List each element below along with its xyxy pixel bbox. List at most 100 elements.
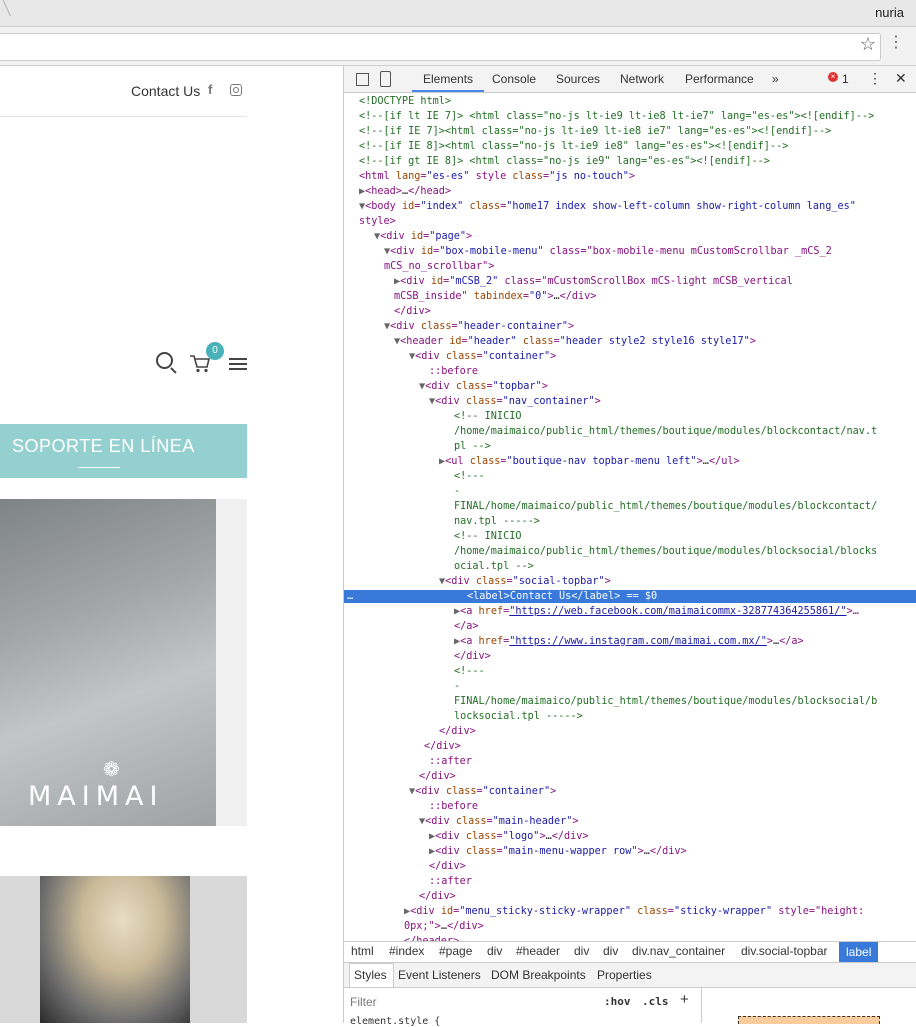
cart-icon[interactable]: [190, 355, 210, 373]
dom-node[interactable]: ▼<body id="index" class="home17 index sh…: [359, 200, 856, 213]
browser-tab[interactable]: [0, 0, 11, 16]
dom-node[interactable]: <!-- INICIO: [454, 410, 521, 423]
dom-node[interactable]: ▼<div class="container">: [409, 350, 556, 363]
tab-styles[interactable]: Styles: [354, 968, 387, 982]
dom-node[interactable]: </div>: [454, 650, 491, 663]
dom-node[interactable]: <!---: [454, 470, 485, 483]
dom-node[interactable]: ▼<div id="page">: [374, 230, 472, 243]
dom-node[interactable]: ::after: [429, 875, 472, 888]
dom-node[interactable]: ▶<div id="mCSB_2" class="mCustomScrollBo…: [394, 275, 793, 288]
dom-node[interactable]: ▼<div class="topbar">: [419, 380, 548, 393]
breadcrumb-item[interactable]: #page: [439, 944, 472, 958]
dom-node[interactable]: ▼<div class="nav_container">: [429, 395, 601, 408]
dom-node[interactable]: FINAL/home/maimaico/public_html/themes/b…: [454, 500, 877, 513]
devtools-menu-icon[interactable]: ⋮: [868, 70, 882, 87]
styles-filter-input[interactable]: Filter: [350, 995, 377, 1009]
facebook-icon[interactable]: f: [208, 82, 212, 97]
dom-node[interactable]: <!---: [454, 665, 485, 678]
dom-node[interactable]: style>: [359, 215, 396, 228]
dom-node[interactable]: <!-- INICIO: [454, 530, 521, 543]
maimai-banner-image[interactable]: ❁ MAIMAI: [0, 499, 216, 826]
dom-node[interactable]: ::before: [429, 800, 478, 813]
breadcrumb-item[interactable]: div: [574, 944, 589, 958]
breadcrumb-item[interactable]: #header: [516, 944, 560, 958]
dom-node[interactable]: </div>: [424, 740, 461, 753]
dom-node[interactable]: ▶<div id="menu_sticky-sticky-wrapper" cl…: [404, 905, 864, 918]
breadcrumb-item[interactable]: div: [487, 944, 502, 958]
class-toggle[interactable]: .cls: [642, 995, 669, 1008]
dom-node[interactable]: ▼<div class="header-container">: [384, 320, 574, 333]
error-icon[interactable]: ×: [828, 72, 838, 82]
tab-elements[interactable]: Elements: [423, 72, 473, 86]
dom-node[interactable]: ::before: [429, 365, 478, 378]
dom-node[interactable]: <!DOCTYPE html>: [359, 95, 451, 108]
dom-node[interactable]: ▼<div class="container">: [409, 785, 556, 798]
support-banner[interactable]: SOPORTE EN LÍNEA: [0, 424, 247, 478]
dom-node[interactable]: ▼<div class="social-topbar">: [439, 575, 611, 588]
dom-node[interactable]: ▶<head>…</head>: [359, 185, 451, 198]
dom-node[interactable]: ::after: [429, 755, 472, 768]
dom-node[interactable]: mCS_no_scrollbar">: [384, 260, 494, 273]
dom-node[interactable]: ocial.tpl -->: [454, 560, 534, 573]
hamburger-menu-icon[interactable]: [229, 358, 247, 370]
dom-node[interactable]: <!--[if IE 8]><html class="no-js lt-ie9 …: [359, 140, 788, 153]
new-style-rule-button[interactable]: +: [680, 991, 689, 1008]
dom-node[interactable]: -: [454, 680, 460, 693]
error-count[interactable]: 1: [842, 72, 849, 86]
dom-node[interactable]: /home/maimaico/public_html/themes/boutiq…: [454, 425, 877, 438]
more-tabs-button[interactable]: »: [772, 72, 779, 86]
breadcrumb-item[interactable]: #index: [389, 944, 424, 958]
dom-node[interactable]: <!--[if gt IE 8]> <html class="no-js ie9…: [359, 155, 770, 168]
dom-node[interactable]: mCSB_inside" tabindex="0">…</div>: [394, 290, 596, 303]
dom-node[interactable]: 0px;">…</div>: [404, 920, 484, 933]
breadcrumb-item[interactable]: div.nav_container: [632, 944, 725, 958]
device-toolbar-icon[interactable]: [380, 71, 391, 87]
breadcrumb-item[interactable]: html: [351, 944, 374, 958]
dom-node[interactable]: <!--[if lt IE 7]> <html class="no-js lt-…: [359, 110, 874, 123]
dom-node[interactable]: </div>: [439, 725, 476, 738]
tab-performance[interactable]: Performance: [685, 72, 754, 86]
breadcrumb-item[interactable]: label: [839, 942, 879, 962]
search-icon[interactable]: [156, 352, 173, 369]
dom-node[interactable]: ▼<div class="main-header">: [419, 815, 579, 828]
dom-node[interactable]: </div>: [394, 305, 431, 318]
dom-node[interactable]: ▼<div id="box-mobile-menu" class="box-mo…: [384, 245, 832, 258]
tab-event-listeners[interactable]: Event Listeners: [398, 968, 481, 982]
dom-node[interactable]: <html lang="es-es" style class="js no-to…: [359, 170, 635, 183]
model-banner-image[interactable]: [0, 876, 247, 1023]
tab-console[interactable]: Console: [492, 72, 536, 86]
dom-node[interactable]: nav.tpl ----->: [454, 515, 540, 528]
dom-node[interactable]: ▶<div class="main-menu-wapper row">…</di…: [429, 845, 687, 858]
bookmark-star-icon[interactable]: ☆: [860, 34, 876, 55]
dom-node[interactable]: pl -->: [454, 440, 491, 453]
dom-node[interactable]: /home/maimaico/public_html/themes/boutiq…: [454, 545, 877, 558]
inspect-element-icon[interactable]: [356, 73, 369, 86]
dom-node[interactable]: </div>: [419, 890, 456, 903]
dom-node[interactable]: </a>: [454, 620, 479, 633]
profile-name[interactable]: nuria: [875, 5, 904, 20]
breadcrumb-item[interactable]: div: [603, 944, 618, 958]
dom-node[interactable]: -: [454, 485, 460, 498]
dom-node[interactable]: ▶<ul class="boutique-nav topbar-menu lef…: [439, 455, 740, 468]
dom-node[interactable]: ▶<a href="https://web.facebook.com/maima…: [454, 605, 859, 618]
breadcrumb-item[interactable]: div.social-topbar: [741, 944, 827, 958]
dom-node-selected[interactable]: … <label>Contact Us</label> == $0: [344, 590, 916, 603]
dom-node[interactable]: locksocial.tpl ----->: [454, 710, 583, 723]
tab-sources[interactable]: Sources: [556, 72, 600, 86]
contact-us-label[interactable]: Contact Us: [131, 83, 200, 99]
dom-node[interactable]: </div>: [419, 770, 456, 783]
address-bar[interactable]: [0, 33, 881, 61]
dom-node[interactable]: FINAL/home/maimaico/public_html/themes/b…: [454, 695, 877, 708]
dom-node[interactable]: ▶<div class="logo">…</div>: [429, 830, 589, 843]
dom-node[interactable]: </div>: [429, 860, 466, 873]
dom-node[interactable]: ▼<header id="header" class="header style…: [394, 335, 756, 348]
tab-network[interactable]: Network: [620, 72, 664, 86]
tab-properties[interactable]: Properties: [597, 968, 652, 982]
dom-node[interactable]: ▶<a href="https://www.instagram.com/maim…: [454, 635, 804, 648]
instagram-icon[interactable]: [230, 84, 242, 96]
dom-node[interactable]: <!--[if IE 7]><html class="no-js lt-ie9 …: [359, 125, 831, 138]
tab-dom-breakpoints[interactable]: DOM Breakpoints: [491, 968, 586, 982]
close-icon[interactable]: ✕: [895, 70, 907, 87]
hover-state-toggle[interactable]: :hov: [604, 995, 631, 1008]
browser-menu-icon[interactable]: ⋮: [888, 35, 904, 51]
